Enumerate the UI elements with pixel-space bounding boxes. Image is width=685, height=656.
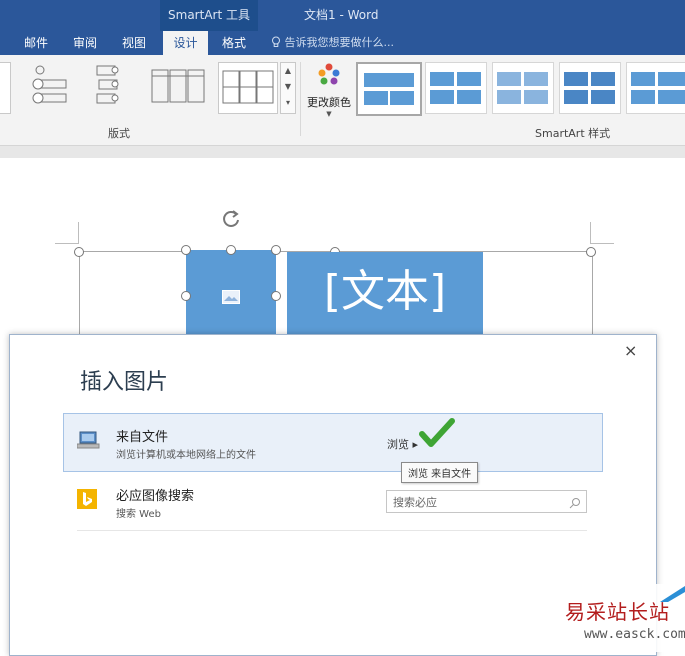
ruler-band [0, 146, 685, 158]
resize-handle[interactable] [181, 291, 191, 301]
layout-thumb-cut[interactable] [0, 62, 11, 114]
document-title: 文档1 - Word [304, 8, 379, 22]
more-icon[interactable]: ▾ [281, 95, 295, 111]
bing-icon [77, 489, 97, 509]
smartart-tools-label: SmartArt 工具 [168, 8, 250, 22]
resize-handle[interactable] [586, 247, 596, 257]
search-placeholder: 搜索必应 [393, 496, 437, 509]
layouts-group-label: 版式 [108, 127, 130, 140]
resize-handle[interactable] [271, 245, 281, 255]
picture-icon[interactable] [222, 289, 240, 308]
from-file-row[interactable]: 来自文件 浏览计算机或本地网络上的文件 浏览 ▸ [63, 413, 603, 472]
smartart-styles-group-label: SmartArt 样式 [535, 127, 611, 140]
text-placeholder[interactable]: [文本] [287, 262, 483, 322]
dropdown-arrow-icon: ▼ [326, 110, 332, 118]
resize-handle[interactable] [226, 245, 236, 255]
layout-icon-1 [32, 65, 67, 104]
layout-icon-3 [151, 69, 205, 103]
layout-icon-2 [96, 65, 119, 104]
from-file-title: 来自文件 [116, 430, 169, 445]
change-colors-button[interactable]: 更改颜色 ▼ [306, 60, 352, 118]
resize-handle[interactable] [74, 247, 84, 257]
layouts-scroll[interactable]: ▲ ▼ ▾ [280, 62, 296, 114]
style-thumb-2[interactable] [425, 62, 487, 114]
resize-handle[interactable] [181, 245, 191, 255]
resize-handle[interactable] [271, 291, 281, 301]
bing-title: 必应图像搜索 [116, 489, 195, 504]
row-divider [77, 530, 587, 531]
search-icon[interactable] [569, 494, 581, 513]
dialog-title: 插入图片 [80, 370, 169, 395]
layout-thumb-2[interactable] [85, 62, 135, 112]
browse-link[interactable]: 浏览 ▸ [387, 436, 418, 452]
layout-icon-4 [222, 70, 274, 104]
layout-thumb-3[interactable] [150, 62, 205, 112]
from-file-description: 浏览计算机或本地网络上的文件 [116, 450, 256, 461]
layout-thumb-1[interactable] [18, 62, 68, 112]
scroll-down-icon[interactable]: ▼ [281, 79, 295, 95]
scroll-up-icon[interactable]: ▲ [281, 63, 295, 79]
computer-icon [76, 430, 101, 454]
tell-me-text: 告诉我您想要做什么... [284, 36, 395, 49]
bing-search-input[interactable]: 搜索必应 [386, 490, 587, 513]
layout-thumb-4[interactable] [218, 62, 278, 114]
rotate-handle-icon[interactable] [220, 208, 242, 234]
palette-icon [318, 63, 340, 85]
crop-mark [590, 243, 614, 244]
tab-format[interactable]: 格式 [212, 31, 256, 55]
ribbon-separator [300, 62, 301, 136]
watermark-url: www.easck.com [584, 627, 685, 642]
bing-description: 搜索 Web [116, 509, 161, 520]
crop-mark [55, 243, 79, 244]
tab-view[interactable]: 视图 [112, 31, 156, 55]
checkmark-icon [419, 418, 455, 452]
style-thumb-4[interactable] [559, 62, 621, 114]
crop-mark [590, 222, 591, 244]
tab-mailings[interactable]: 邮件 [14, 31, 58, 55]
watermark-logo-text: 易采站长站 [565, 600, 670, 624]
style-thumb-3[interactable] [492, 62, 554, 114]
change-colors-label: 更改颜色 [307, 96, 351, 109]
tell-me-box[interactable]: 告诉我您想要做什么... [271, 31, 394, 55]
tab-review[interactable]: 审阅 [63, 31, 107, 55]
tab-design[interactable]: 设计 [163, 31, 208, 55]
crop-mark [78, 222, 79, 244]
style-thumb-1[interactable] [356, 62, 422, 116]
close-button[interactable]: × [624, 341, 637, 360]
lightbulb-icon [271, 36, 285, 49]
style-thumb-5[interactable] [626, 62, 685, 114]
